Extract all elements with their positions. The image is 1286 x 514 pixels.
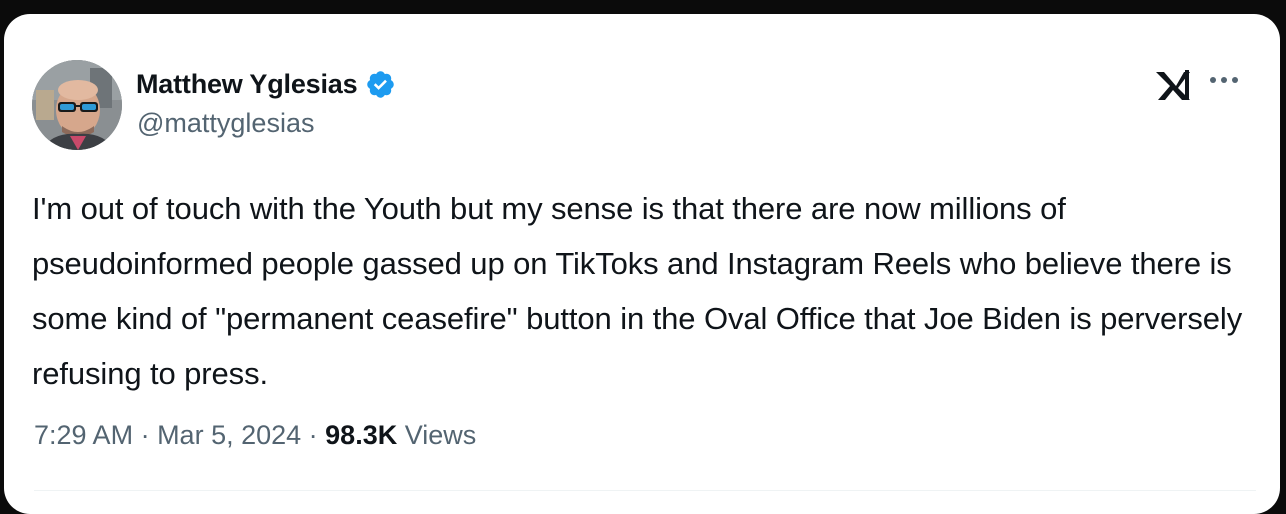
author-handle[interactable]: @mattyglesias (137, 108, 314, 139)
more-dot (1221, 77, 1227, 83)
x-logo-icon[interactable] (1154, 66, 1194, 102)
avatar[interactable] (32, 60, 122, 150)
author-display-name[interactable]: Matthew Yglesias (136, 69, 358, 100)
meta-separator: · (301, 420, 326, 450)
divider (34, 490, 1256, 491)
more-dot (1232, 77, 1238, 83)
views-count: 98.3K (325, 420, 398, 450)
meta-separator: · (133, 420, 158, 450)
tweet-card: Matthew Yglesias @mattyglesias I'm out o… (4, 14, 1280, 514)
more-dot (1210, 77, 1216, 83)
tweet-meta: 7:29 AM · Mar 5, 2024 · 98.3K Views (34, 420, 476, 451)
author-name-row[interactable]: Matthew Yglesias (136, 66, 396, 102)
tweet-date[interactable]: Mar 5, 2024 (157, 420, 301, 451)
more-options-icon[interactable] (1210, 77, 1238, 83)
tweet-text: I'm out of touch with the Youth but my s… (32, 191, 1243, 391)
verified-badge-icon (365, 69, 396, 100)
views-label: Views (397, 420, 477, 450)
avatar-image (32, 60, 122, 150)
tweet-time[interactable]: 7:29 AM (34, 420, 133, 451)
